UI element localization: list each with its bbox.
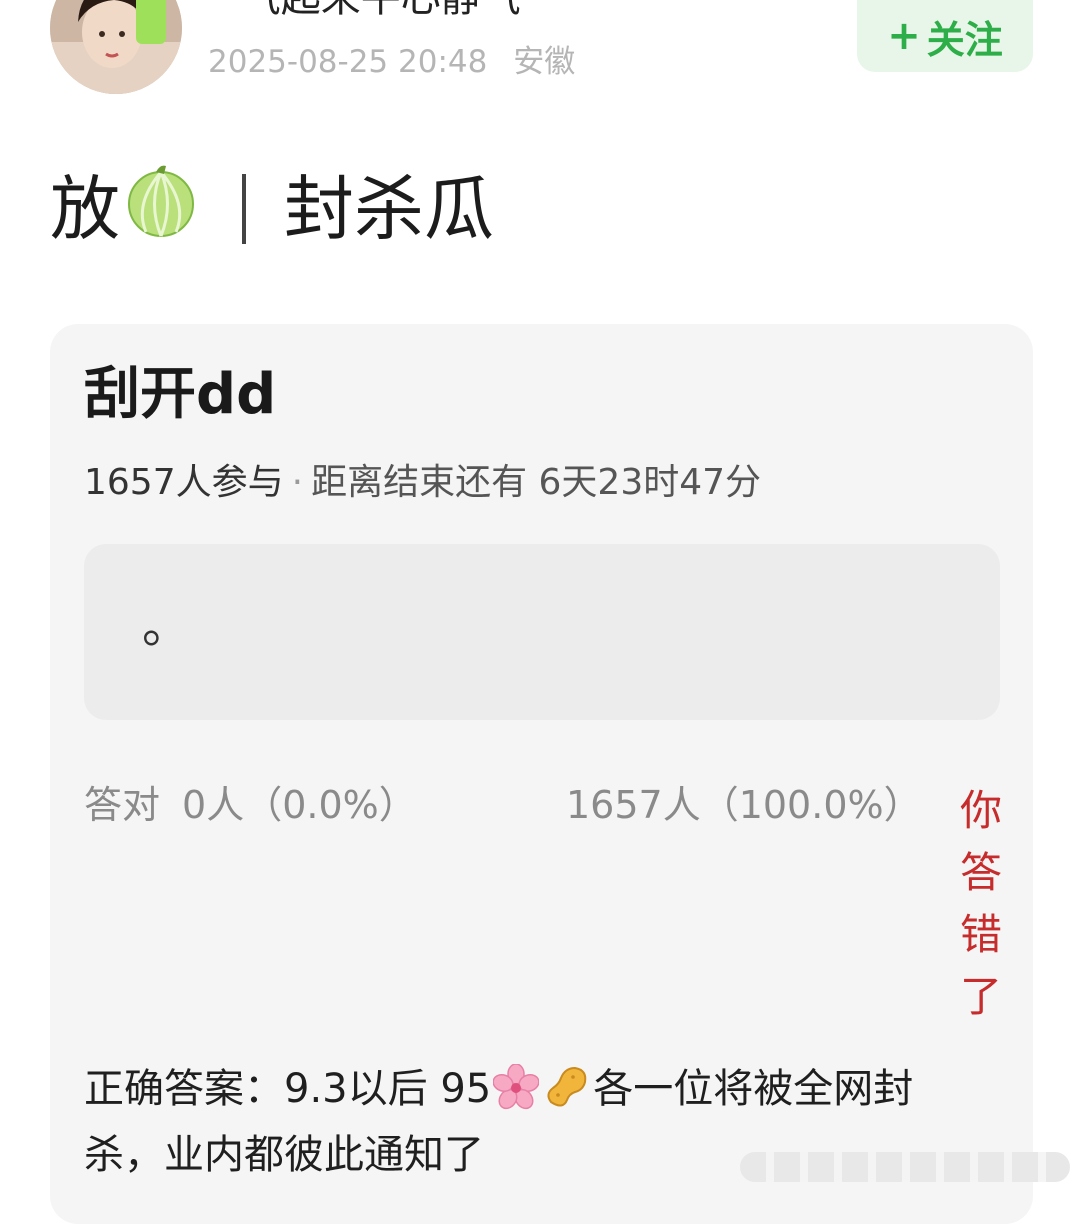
- follow-label: 关注: [926, 17, 1003, 62]
- stats-separator: ·: [291, 462, 304, 503]
- correct-count: 0人（0.0%）: [182, 783, 417, 827]
- quiz-card: 刮开dd 1657人参与 · 距离结束还有 6天23时47分 。 答对 0人（0.0%…: [50, 324, 1033, 1224]
- quiz-stats: 1657人参与 · 距离结束还有 6天23时47分: [84, 460, 761, 506]
- peanut-icon: [543, 1064, 591, 1126]
- avatar[interactable]: [50, 0, 182, 94]
- username[interactable]: “气起来平心静气”: [220, 0, 541, 22]
- plus-icon: +: [887, 13, 921, 59]
- divider: [242, 174, 246, 244]
- post-meta: 2025-08-25 20:48 安徽: [208, 42, 575, 82]
- follow-button[interactable]: + 关注: [857, 0, 1033, 72]
- correct-label: 答对: [84, 783, 161, 827]
- result-row: 答对 0人（0.0%） 1657人（100.0%）: [84, 780, 1000, 840]
- melon-icon: [126, 160, 196, 259]
- post-word-1: 放: [50, 168, 120, 250]
- option-text: 。: [142, 598, 191, 654]
- quiz-title: 刮开dd: [84, 362, 277, 427]
- post-text: 放 封杀瓜: [50, 164, 494, 254]
- quiz-option[interactable]: 。: [84, 544, 1000, 720]
- cherry-blossom-icon: [492, 1063, 540, 1126]
- post-location: 安徽: [513, 44, 576, 80]
- answer-line: 正确答案：9.3以后 95: [84, 1066, 492, 1112]
- participant-count: 1657人参与: [84, 462, 284, 503]
- deadline: 距离结束还有 6天23时47分: [311, 462, 762, 503]
- correct-result: 答对 0人（0.0%）: [84, 780, 417, 830]
- post-time: 2025-08-25 20:48: [208, 44, 488, 80]
- wrong-count: 1657人（100.0%）: [566, 783, 922, 827]
- avatar-image: [50, 0, 182, 94]
- post-word-2: 封杀瓜: [284, 168, 494, 250]
- wrong-answer-note: 你答错了: [959, 786, 1002, 1021]
- scrollbar[interactable]: [740, 1152, 1070, 1182]
